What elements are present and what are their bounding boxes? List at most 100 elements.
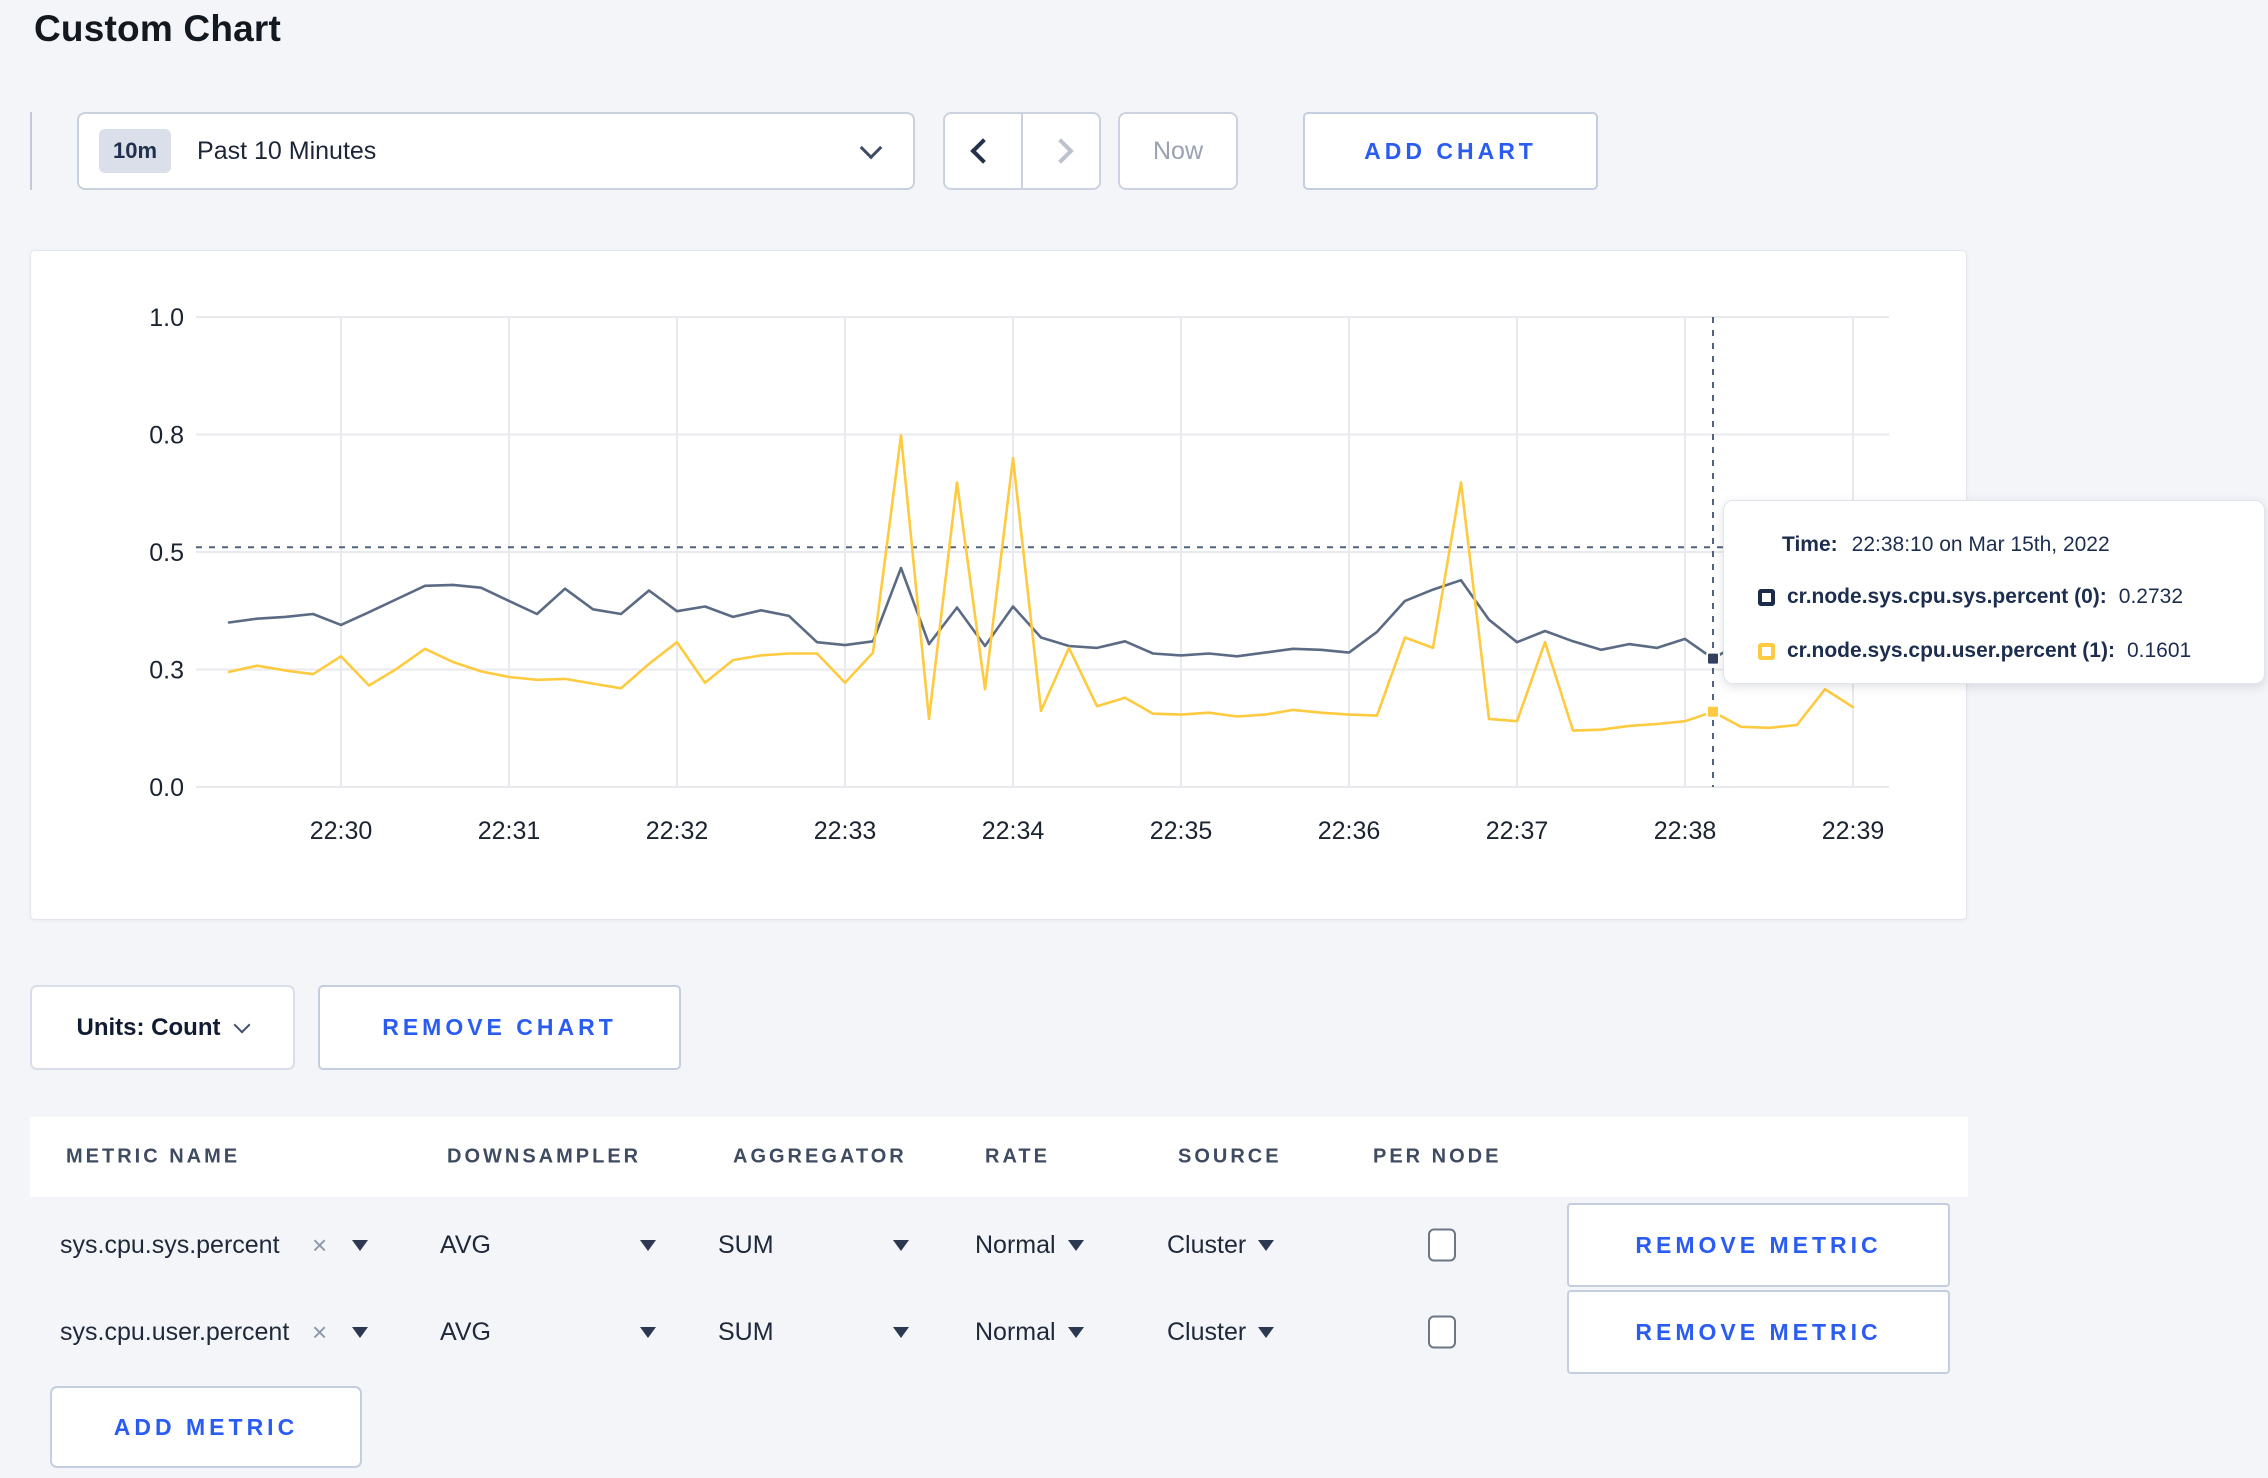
now-button[interactable]: Now xyxy=(1118,112,1238,190)
chevron-down-icon xyxy=(233,1016,251,1034)
rate-select[interactable]: Normal xyxy=(975,1290,1084,1374)
x-tick-label: 22:38 xyxy=(1654,817,1717,845)
header-per-node: PER NODE xyxy=(1373,1145,1502,1168)
downsampler-select[interactable]: AVG xyxy=(440,1290,491,1374)
downsampler-caret[interactable] xyxy=(640,1290,656,1374)
metric-name-text: sys.cpu.user.percent xyxy=(60,1317,290,1346)
custom-chart-page: Custom Chart 10m Past 10 Minutes Now ADD… xyxy=(0,0,2268,1478)
header-metric-name: METRIC NAME xyxy=(66,1145,241,1168)
header-downsampler: DOWNSAMPLER xyxy=(447,1145,642,1168)
header-source: SOURCE xyxy=(1178,1145,1282,1168)
clear-metric-icon[interactable]: × xyxy=(312,1203,327,1287)
tooltip-series-row: cr.node.sys.cpu.sys.percent (0): 0.2732 xyxy=(1758,585,2183,609)
chart-card: 0.0 0.3 0.5 0.8 1.0 22:30 22:31 22:32 22:33 22:34… xyxy=(30,250,1967,920)
caret-down-icon xyxy=(1258,1326,1275,1338)
aggregator-caret[interactable] xyxy=(893,1290,909,1374)
clear-metric-icon[interactable]: × xyxy=(312,1290,327,1374)
metric-table-header: METRIC NAME DOWNSAMPLER AGGREGATOR RATE … xyxy=(30,1117,1968,1197)
tooltip-series-row: cr.node.sys.cpu.user.percent (1): 0.1601 xyxy=(1758,639,2191,663)
tooltip-series-value: 0.1601 xyxy=(2126,639,2192,662)
prev-time-button[interactable] xyxy=(945,114,1023,188)
units-dropdown[interactable]: Units: Count xyxy=(30,985,295,1070)
x-tick-label: 22:36 xyxy=(1318,817,1381,845)
header-rate: RATE xyxy=(985,1145,1050,1168)
add-metric-button[interactable]: ADD METRIC xyxy=(50,1386,362,1468)
aggregator-value: SUM xyxy=(718,1230,774,1259)
page-title: Custom Chart xyxy=(34,8,282,49)
metric-row: sys.cpu.user.percent × AVG SUM Normal Cl… xyxy=(30,1290,1968,1374)
units-label: Units: Count xyxy=(76,1013,221,1041)
per-node-checkbox[interactable] xyxy=(1428,1315,1456,1349)
y-tick-label: 0.3 xyxy=(149,657,184,685)
caret-down-icon xyxy=(640,1239,656,1251)
metric-name-caret[interactable] xyxy=(352,1290,368,1374)
tooltip-series-name: cr.node.sys.cpu.sys.percent (0): xyxy=(1787,585,2107,608)
source-select[interactable]: Cluster xyxy=(1167,1290,1275,1374)
x-tick-label: 22:31 xyxy=(478,817,541,845)
rate-value: Normal xyxy=(975,1317,1056,1346)
user-series-swatch-icon xyxy=(1758,642,1775,660)
metric-name-select[interactable]: sys.cpu.user.percent xyxy=(60,1290,289,1374)
time-window-label: Past 10 Minutes xyxy=(197,136,377,165)
add-chart-button[interactable]: ADD CHART xyxy=(1303,112,1598,190)
next-time-button[interactable] xyxy=(1023,114,1099,188)
series-line-sys xyxy=(227,566,1855,660)
chevron-left-icon xyxy=(970,138,996,164)
y-tick-label: 0.5 xyxy=(149,539,184,567)
per-node-checkbox[interactable] xyxy=(1428,1228,1456,1262)
chevron-right-icon xyxy=(1048,138,1074,164)
caret-down-icon xyxy=(640,1326,656,1338)
downsampler-value: AVG xyxy=(440,1230,491,1259)
rate-select[interactable]: Normal xyxy=(975,1203,1084,1287)
tooltip-series-value: 0.2732 xyxy=(2118,585,2184,608)
x-tick-label: 22:32 xyxy=(646,817,709,845)
remove-metric-button[interactable]: REMOVE METRIC xyxy=(1567,1290,1950,1374)
time-pager xyxy=(943,112,1101,190)
caret-down-icon xyxy=(1067,1239,1084,1251)
remove-metric-button[interactable]: REMOVE METRIC xyxy=(1567,1203,1950,1287)
time-window-badge: 10m xyxy=(99,129,172,173)
time-window-dropdown[interactable]: 10m Past 10 Minutes xyxy=(77,112,915,190)
y-tick-label: 0.0 xyxy=(149,774,184,802)
source-value: Cluster xyxy=(1167,1317,1247,1346)
hover-marker xyxy=(1706,651,1721,666)
sys-series-swatch-icon xyxy=(1758,588,1775,606)
toolbar-divider xyxy=(30,112,32,190)
tooltip-time-value: 22:38:10 on Mar 15th, 2022 xyxy=(1851,533,2110,556)
remove-chart-button[interactable]: REMOVE CHART xyxy=(318,985,681,1070)
caret-down-icon xyxy=(1067,1326,1084,1338)
y-tick-label: 0.8 xyxy=(149,422,184,450)
metric-row: sys.cpu.sys.percent × AVG SUM Normal Clu… xyxy=(30,1203,1968,1287)
source-value: Cluster xyxy=(1167,1230,1247,1259)
metric-name-text: sys.cpu.sys.percent xyxy=(60,1230,280,1259)
aggregator-value: SUM xyxy=(718,1317,774,1346)
aggregator-select[interactable]: SUM xyxy=(718,1290,774,1374)
downsampler-caret[interactable] xyxy=(640,1203,656,1287)
source-select[interactable]: Cluster xyxy=(1167,1203,1275,1287)
chart-tooltip: Time: 22:38:10 on Mar 15th, 2022 cr.node.… xyxy=(1723,500,2265,684)
metric-name-select[interactable]: sys.cpu.sys.percent xyxy=(60,1203,280,1287)
x-tick-label: 22:30 xyxy=(310,817,373,845)
cpu-chart[interactable]: 0.0 0.3 0.5 0.8 1.0 22:30 22:31 22:32 22:33 22:34… xyxy=(31,251,1966,919)
y-tick-label: 1.0 xyxy=(149,304,184,332)
caret-down-icon xyxy=(893,1239,909,1251)
header-aggregator: AGGREGATOR xyxy=(733,1145,907,1168)
caret-down-icon xyxy=(1258,1239,1275,1251)
hover-marker xyxy=(1706,704,1721,719)
caret-down-icon xyxy=(352,1326,368,1338)
downsampler-value: AVG xyxy=(440,1317,491,1346)
aggregator-select[interactable]: SUM xyxy=(718,1203,774,1287)
series-line-user xyxy=(227,434,1855,732)
rate-value: Normal xyxy=(975,1230,1056,1259)
metric-name-caret[interactable] xyxy=(352,1203,368,1287)
tooltip-time: Time: 22:38:10 on Mar 15th, 2022 xyxy=(1782,533,2110,557)
aggregator-caret[interactable] xyxy=(893,1203,909,1287)
caret-down-icon xyxy=(893,1326,909,1338)
x-tick-label: 22:33 xyxy=(814,817,877,845)
downsampler-select[interactable]: AVG xyxy=(440,1203,491,1287)
caret-down-icon xyxy=(352,1239,368,1251)
x-tick-label: 22:34 xyxy=(982,817,1045,845)
x-tick-label: 22:37 xyxy=(1486,817,1549,845)
tooltip-time-label: Time: xyxy=(1782,533,1838,556)
x-tick-label: 22:35 xyxy=(1150,817,1213,845)
